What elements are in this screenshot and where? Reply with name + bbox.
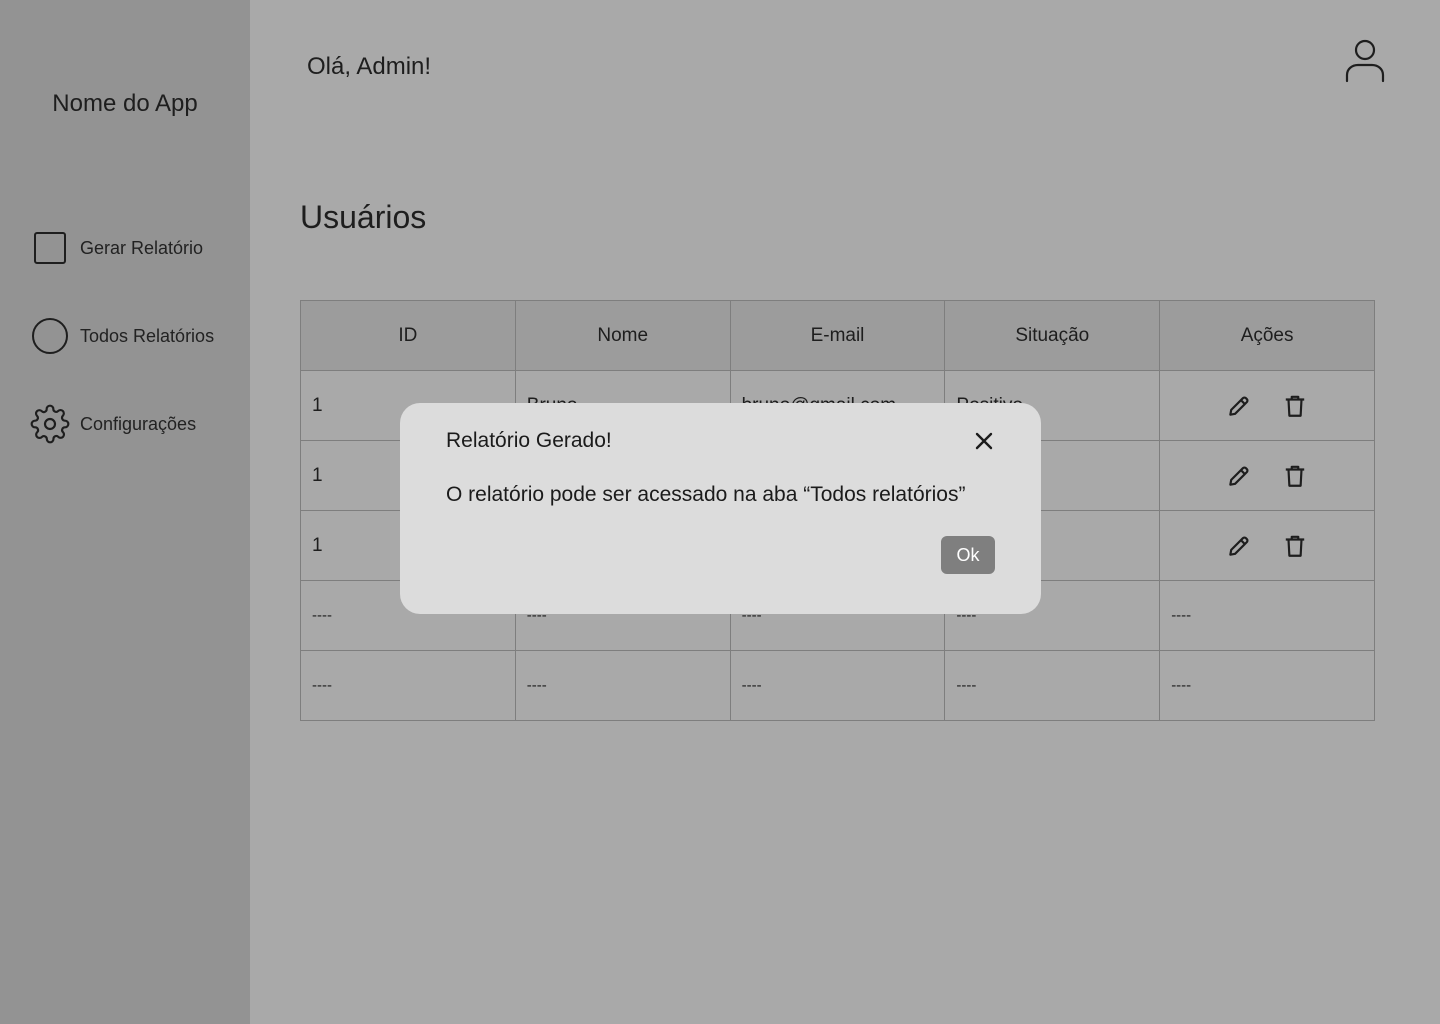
sidebar-item-configuracoes[interactable]: Configurações xyxy=(30,404,196,444)
column-header-acoes: Ações xyxy=(1159,300,1375,371)
user-icon[interactable] xyxy=(1343,38,1387,84)
greeting: Olá, Admin! xyxy=(307,53,432,80)
column-header-email: E-mail xyxy=(729,300,946,371)
column-header-nome: Nome xyxy=(514,300,731,371)
pencil-icon[interactable] xyxy=(1225,532,1253,560)
table-row: ---- ---- ---- ---- ---- xyxy=(300,650,1375,721)
trash-icon[interactable] xyxy=(1281,532,1309,560)
ok-button[interactable]: Ok xyxy=(941,536,995,574)
cell-actions xyxy=(1159,510,1375,581)
close-icon[interactable] xyxy=(970,427,998,455)
sidebar-item-label: Configurações xyxy=(80,413,197,434)
app-name: Nome do App xyxy=(52,90,198,117)
pencil-icon[interactable] xyxy=(1225,462,1253,490)
trash-icon[interactable] xyxy=(1281,392,1309,420)
dialog-message: O relatório pode ser acessado na aba “To… xyxy=(446,483,966,506)
cell-nome: ---- xyxy=(514,650,731,721)
sidebar-item-todos-relatorios[interactable]: Todos Relatórios xyxy=(30,316,214,356)
dialog-title: Relatório Gerado! xyxy=(446,429,612,452)
sidebar-item-label: Todos Relatórios xyxy=(80,325,215,346)
pencil-icon[interactable] xyxy=(1225,392,1253,420)
cell-actions xyxy=(1159,440,1375,511)
sidebar-item-label: Gerar Relatório xyxy=(80,237,204,258)
square-icon xyxy=(30,228,70,268)
table-header-row: ID Nome E-mail Situação Ações xyxy=(300,300,1375,371)
report-generated-dialog: Relatório Gerado! O relatório pode ser a… xyxy=(400,403,1041,614)
cell-id: ---- xyxy=(300,650,516,721)
cell-actions xyxy=(1159,370,1375,441)
column-header-situacao: Situação xyxy=(944,300,1161,371)
sidebar: Nome do App Gerar Relatório Todos Relató… xyxy=(0,0,250,1024)
cell-actions: ---- xyxy=(1159,650,1375,721)
cell-email: ---- xyxy=(729,650,946,721)
column-header-id: ID xyxy=(300,300,516,371)
circle-icon xyxy=(30,316,70,356)
gear-icon xyxy=(30,404,70,444)
page-title: Usuários xyxy=(300,199,427,235)
sidebar-item-gerar-relatorio[interactable]: Gerar Relatório xyxy=(30,228,203,268)
cell-actions: ---- xyxy=(1159,580,1375,651)
cell-situacao: ---- xyxy=(944,650,1161,721)
trash-icon[interactable] xyxy=(1281,462,1309,490)
